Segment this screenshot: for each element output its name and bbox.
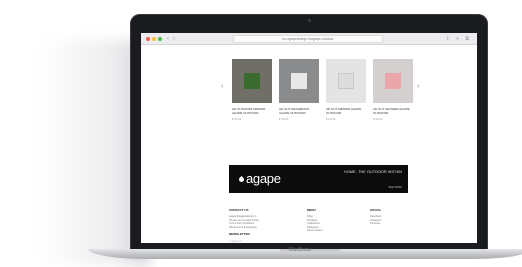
newsletter-heading[interactable]: NEWSLETTER [229, 232, 259, 236]
maximize-window-button[interactable] [158, 37, 162, 41]
product-image[interactable] [232, 59, 272, 103]
forward-button[interactable]: › [173, 35, 175, 43]
back-button[interactable]: ‹ [167, 35, 169, 43]
product-name[interactable]: AD OUT MIRROR agape outdoor [326, 107, 366, 115]
agape-logo-icon [237, 175, 246, 184]
footer-link[interactable]: Store Locator [307, 229, 323, 233]
product-card[interactable]: AD OUT MIRROR agape outdoor € 00,00 [326, 59, 366, 121]
web-page: ‹ › AD OUTDOOR MIRROR agape outdoor € 00… [141, 45, 477, 243]
footer-heading: MENU [307, 208, 316, 212]
product-price: € 00,00 [232, 117, 242, 121]
product-name[interactable]: AD OUTDOOR MIRROR agape outdoor [232, 107, 272, 115]
carousel-next-button[interactable]: › [417, 83, 419, 90]
footer-heading: SOCIAL [370, 208, 382, 212]
laptop-lid: ‹ › eu.agapedesign.it/agape-outdoor ⇪ ＋ … [130, 14, 488, 251]
product-swatch [291, 73, 307, 89]
product-swatch [338, 73, 354, 89]
product-name[interactable]: AD OUT WASHBASIN agape outdoor [279, 107, 319, 115]
product-name[interactable]: AD OUT SHOWER agape outdoor [373, 107, 413, 115]
laptop-screen: ‹ › eu.agapedesign.it/agape-outdoor ⇪ ＋ … [141, 33, 477, 243]
product-price: € 00,00 [279, 117, 289, 121]
product-price: € 00,00 [373, 117, 383, 121]
product-card[interactable]: AD OUT SHOWER agape outdoor € 00,00 [373, 59, 413, 121]
banner-tagline: HOME, THE OUTDOOR WITHIN [344, 170, 402, 174]
product-image[interactable] [326, 59, 366, 103]
product-card[interactable]: AD OUTDOOR MIRROR agape outdoor € 00,00 [232, 59, 272, 121]
promo-banner[interactable]: agape HOME, THE OUTDOOR WITHIN SEE MORE [229, 165, 408, 193]
close-window-button[interactable] [146, 37, 150, 41]
copyright-text: © agape srl [229, 240, 242, 243]
product-price: € 00,00 [326, 117, 336, 121]
footer-link[interactable]: Returns and Exchanges [229, 226, 259, 230]
product-image[interactable] [279, 59, 319, 103]
product-swatch [385, 73, 401, 89]
footer-column-contact: CONTACT US agape@agapedesign.it Privacy … [229, 208, 259, 236]
banner-cta-link[interactable]: SEE MORE [388, 186, 402, 189]
footer-column-menu: MENU Shop Products Collections Designers… [307, 208, 323, 233]
product-swatch [244, 73, 260, 89]
product-image[interactable] [373, 59, 413, 103]
browser-action-icons[interactable]: ⇪ ＋ ⧉ [445, 36, 471, 42]
carousel-prev-button[interactable]: ‹ [221, 83, 223, 90]
footer-heading: CONTACT US [229, 208, 249, 212]
model-label: MacBook [289, 247, 312, 253]
minimize-window-button[interactable] [152, 37, 156, 41]
footer-link[interactable]: Pinterest [370, 222, 382, 226]
camera-dot [307, 19, 311, 22]
browser-toolbar: ‹ › eu.agapedesign.it/agape-outdoor ⇪ ＋ … [141, 33, 477, 45]
footer-column-social: SOCIAL Facebook Instagram Pinterest [370, 208, 382, 226]
brand-logo-text: agape [246, 171, 281, 186]
product-card[interactable]: AD OUT WASHBASIN agape outdoor € 00,00 [279, 59, 319, 121]
address-bar[interactable]: eu.agapedesign.it/agape-outdoor [233, 35, 383, 43]
